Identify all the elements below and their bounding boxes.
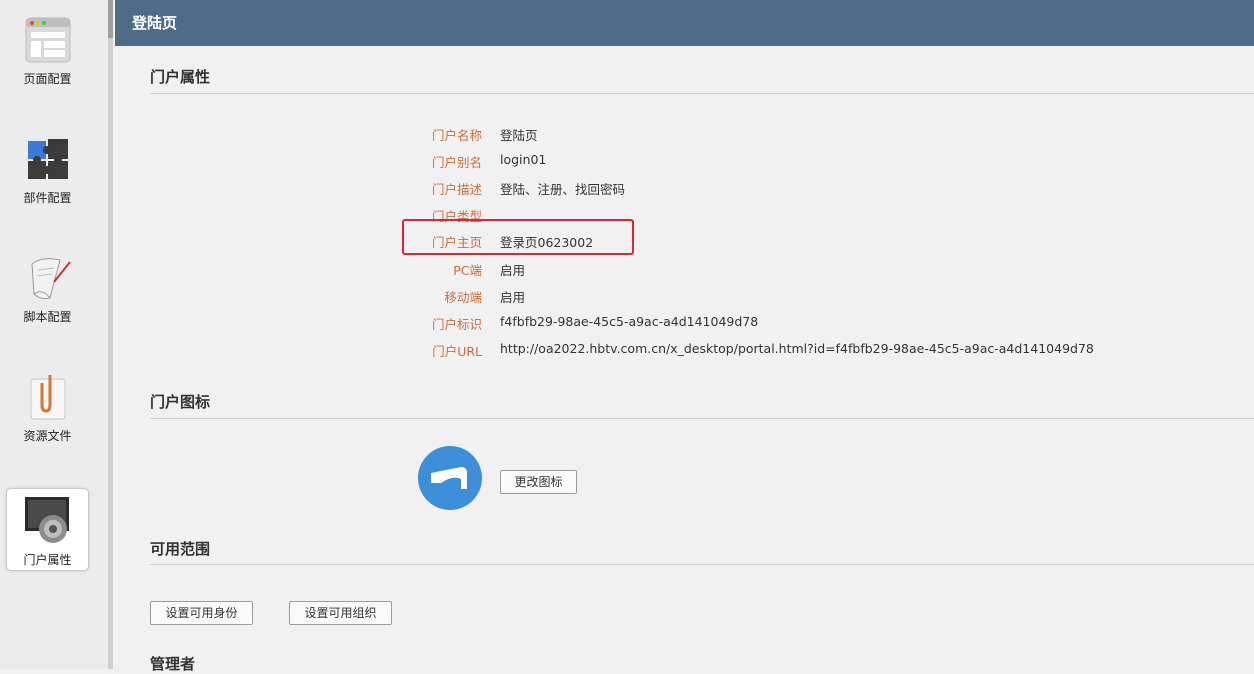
section-title-scope: 可用范围	[150, 540, 211, 558]
property-label: 门户名称	[431, 128, 482, 143]
page-title: 登陆页	[132, 14, 178, 32]
section-divider	[150, 564, 1254, 565]
highlight-annotation	[402, 219, 634, 255]
property-row: 门户别名 login01	[380, 152, 1240, 172]
sidebar-item-page-config[interactable]: 页面配置	[6, 8, 89, 91]
section-title-icon: 门户图标	[150, 393, 211, 411]
sidebar-scrollbar[interactable]	[108, 0, 113, 669]
property-row: 门户标识 f4fbfb29-98ae-45c5-a9ac-a4d141049d7…	[380, 314, 1240, 334]
property-label: PC端	[453, 263, 482, 278]
sidebar-item-label: 部件配置	[23, 191, 72, 205]
property-value: 登陆页	[500, 128, 538, 143]
section-title-admins: 管理者	[150, 655, 196, 673]
section-divider	[150, 93, 1254, 94]
puzzle-icon	[28, 139, 68, 179]
page-header: 登陆页	[115, 0, 1254, 46]
property-label: 门户URL	[432, 344, 482, 359]
script-scroll-icon	[31, 258, 71, 299]
sidebar-item-label: 门户属性	[23, 553, 72, 567]
sidebar-item-label: 资源文件	[23, 429, 72, 443]
sidebar-item-script-config[interactable]: 脚本配置	[6, 246, 89, 329]
property-value: http://oa2022.hbtv.com.cn/x_desktop/port…	[500, 341, 1094, 356]
property-label: 移动端	[444, 290, 482, 305]
set-organization-button[interactable]: 设置可用组织	[289, 601, 392, 625]
section-divider	[150, 418, 1254, 419]
sidebar-item-portal-properties[interactable]: 门户属性	[6, 488, 89, 571]
set-identity-button[interactable]: 设置可用身份	[150, 601, 253, 625]
property-label: 门户标识	[431, 317, 482, 332]
change-icon-button[interactable]: 更改图标	[500, 470, 577, 494]
settings-gear-icon	[25, 497, 69, 543]
property-value: 启用	[500, 290, 526, 305]
property-label: 门户别名	[431, 155, 482, 170]
portal-icon-preview	[418, 446, 482, 510]
property-row: 移动端 启用	[380, 287, 1240, 307]
property-row: PC端 启用	[380, 260, 1240, 280]
property-value: f4fbfb29-98ae-45c5-a9ac-a4d141049d78	[500, 314, 759, 329]
property-row: 门户描述 登陆、注册、找回密码	[380, 179, 1240, 199]
section-title-properties: 门户属性	[150, 68, 211, 86]
property-row: 门户URL http://oa2022.hbtv.com.cn/x_deskto…	[380, 341, 1240, 361]
property-row: 门户名称 登陆页	[380, 125, 1240, 145]
sidebar-item-label: 页面配置	[23, 72, 72, 86]
page-layout-icon	[25, 17, 71, 63]
paperclip-file-icon	[30, 375, 66, 420]
property-label: 门户描述	[431, 182, 482, 197]
property-value: login01	[500, 152, 547, 167]
property-value: 登陆、注册、找回密码	[500, 182, 626, 197]
sidebar: 页面配置 部件配置 脚本配置 资源文件 门户属性	[0, 0, 108, 669]
sidebar-item-component-config[interactable]: 部件配置	[6, 127, 89, 210]
sidebar-item-label: 脚本配置	[23, 310, 72, 324]
property-value: 启用	[500, 263, 526, 278]
sidebar-scrollbar-thumb[interactable]	[108, 0, 113, 38]
sidebar-item-resource-files[interactable]: 资源文件	[6, 365, 89, 448]
